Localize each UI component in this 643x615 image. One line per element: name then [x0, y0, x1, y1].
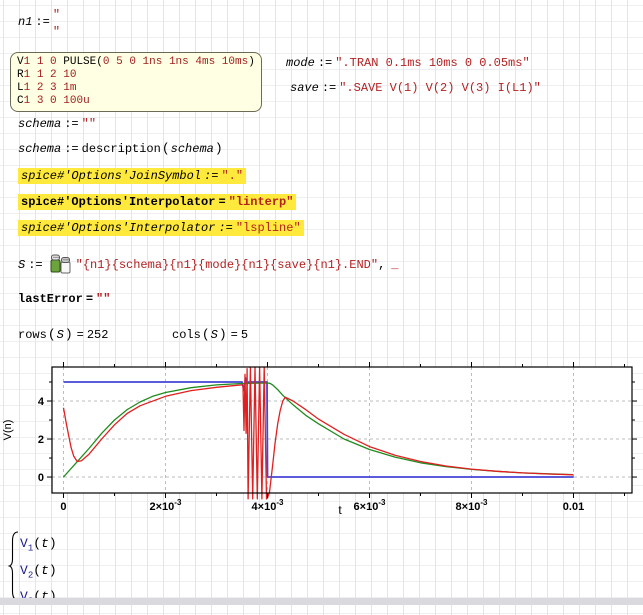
variable-name: mode: [286, 56, 315, 70]
interpolator-evaluation[interactable]: spice#'Options'Interpolator= "linterp": [18, 195, 296, 210]
rows-evaluation[interactable]: rows(S) =252: [18, 327, 108, 343]
equals-operator: =: [86, 292, 93, 306]
netlist-line: R1 1 2 10: [17, 69, 255, 82]
n1-definition[interactable]: n1:= " ": [18, 6, 60, 41]
open-paren: (: [162, 141, 170, 156]
assign-operator: :=: [318, 56, 332, 70]
assign-operator: :=: [64, 117, 78, 131]
variable-name: n1: [18, 15, 32, 29]
y-tick-label: 0: [38, 472, 44, 484]
assign-operator: :=: [218, 221, 232, 235]
close-paren: ): [65, 327, 73, 342]
interpolator-definition[interactable]: spice#'Options'Interpolator:= "lspline": [18, 221, 304, 236]
close-paren: ): [215, 141, 223, 156]
y-tick-label: 4: [38, 396, 45, 408]
trace-item: V2(t): [20, 560, 57, 587]
option-name: spice#'Options'Interpolator: [21, 195, 215, 209]
worksheet-bottom-edge: [0, 598, 643, 605]
string-value: "": [96, 292, 110, 306]
open-paren: (: [48, 327, 56, 342]
result-value: 252: [87, 328, 109, 342]
variable-name: save: [290, 81, 319, 95]
variable-name: schema: [18, 142, 61, 156]
netlist-line: L1 2 3 1m: [17, 82, 255, 95]
open-paren: (: [202, 327, 210, 342]
result-value: 5: [241, 328, 248, 342]
x-tick-label: 8×10-3: [456, 498, 488, 513]
option-name: spice#'Options'JoinSymbol: [21, 169, 201, 183]
string-value: ".": [221, 169, 243, 183]
schema-description-definition[interactable]: schema:=description(schema): [18, 141, 224, 157]
y-axis-label: V(n): [2, 420, 14, 441]
variable-name: schema: [18, 117, 61, 131]
assign-operator: :=: [204, 169, 218, 183]
assign-operator: :=: [35, 15, 49, 29]
save-definition[interactable]: save:=".SAVE V(1) V(2) V(3) I(L1)": [290, 81, 541, 96]
variable-name: S: [18, 258, 25, 272]
netlist-line: V1 1 0 PULSE(0 5 0 1ns 1ns 4ms 10ms): [17, 56, 255, 69]
variable-name: lastError: [18, 292, 83, 306]
brace-icon: [8, 531, 20, 601]
open-quote: ": [53, 7, 60, 24]
string-value: ".SAVE V(1) V(2) V(3) I(L1)": [339, 81, 541, 95]
x-axis-label: t: [338, 503, 342, 517]
string-value: ".TRAN 0.1ms 10ms 0 0.05ms": [335, 56, 529, 70]
string-value: "": [82, 117, 96, 131]
x-tick-label: 2×10-3: [150, 498, 182, 513]
comma: ,: [378, 258, 385, 272]
trace-item: V1(t): [20, 533, 57, 560]
function-name: description: [82, 142, 161, 156]
netlist-line: C1 3 0 100u: [17, 95, 255, 108]
schema-empty-definition[interactable]: schema:= "": [18, 117, 96, 132]
voltage-plot[interactable]: 0 2×10-3 4×10-3 6×10-3 8×10-3 0.01 0 2 4 t V(n): [0, 360, 643, 522]
join-symbol-option[interactable]: spice#'Options'JoinSymbol:=".": [18, 169, 246, 184]
equals-operator: =: [218, 195, 225, 209]
x-tick-label: 6×10-3: [354, 498, 386, 513]
spice-netlist-region[interactable]: V1 1 0 PULSE(0 5 0 1ns 1ns 4ms 10ms)R1 1…: [10, 52, 262, 112]
string-value: "linterp": [229, 195, 294, 209]
continuation-underscore: _: [391, 258, 398, 272]
x-tick-label: 4×10-3: [252, 498, 284, 513]
argument: schema: [171, 142, 214, 156]
assign-operator: :=: [322, 81, 336, 95]
x-tick-label: 0: [60, 501, 66, 513]
cols-evaluation[interactable]: cols(S) =5: [172, 327, 248, 343]
equals-operator: =: [77, 328, 84, 342]
spice-shakers-icon: [48, 254, 72, 274]
multiline-string-quotes: " ": [53, 7, 60, 41]
equals-operator: =: [231, 328, 238, 342]
assign-operator: :=: [64, 142, 78, 156]
close-paren: ): [219, 327, 227, 342]
function-name: cols: [172, 328, 201, 342]
assign-operator: :=: [28, 258, 42, 272]
y-tick-label: 2: [38, 434, 44, 446]
x-tick-label: 0.01: [563, 501, 584, 513]
string-value: "lspline": [236, 221, 301, 235]
function-name: rows: [18, 328, 47, 342]
mode-definition[interactable]: mode:=".TRAN 0.1ms 10ms 0 0.05ms": [286, 56, 530, 71]
s-definition[interactable]: S:= "{n1}{schema}{n1}{mode}{n1}{save}{n1}…: [18, 254, 398, 276]
last-error-evaluation[interactable]: lastError="": [18, 292, 110, 307]
close-quote: ": [53, 24, 60, 41]
option-name: spice#'Options'Interpolator: [21, 221, 215, 235]
argument: S: [211, 328, 218, 342]
template-string: "{n1}{schema}{n1}{mode}{n1}{save}{n1}.EN…: [76, 258, 378, 272]
argument: S: [57, 328, 64, 342]
